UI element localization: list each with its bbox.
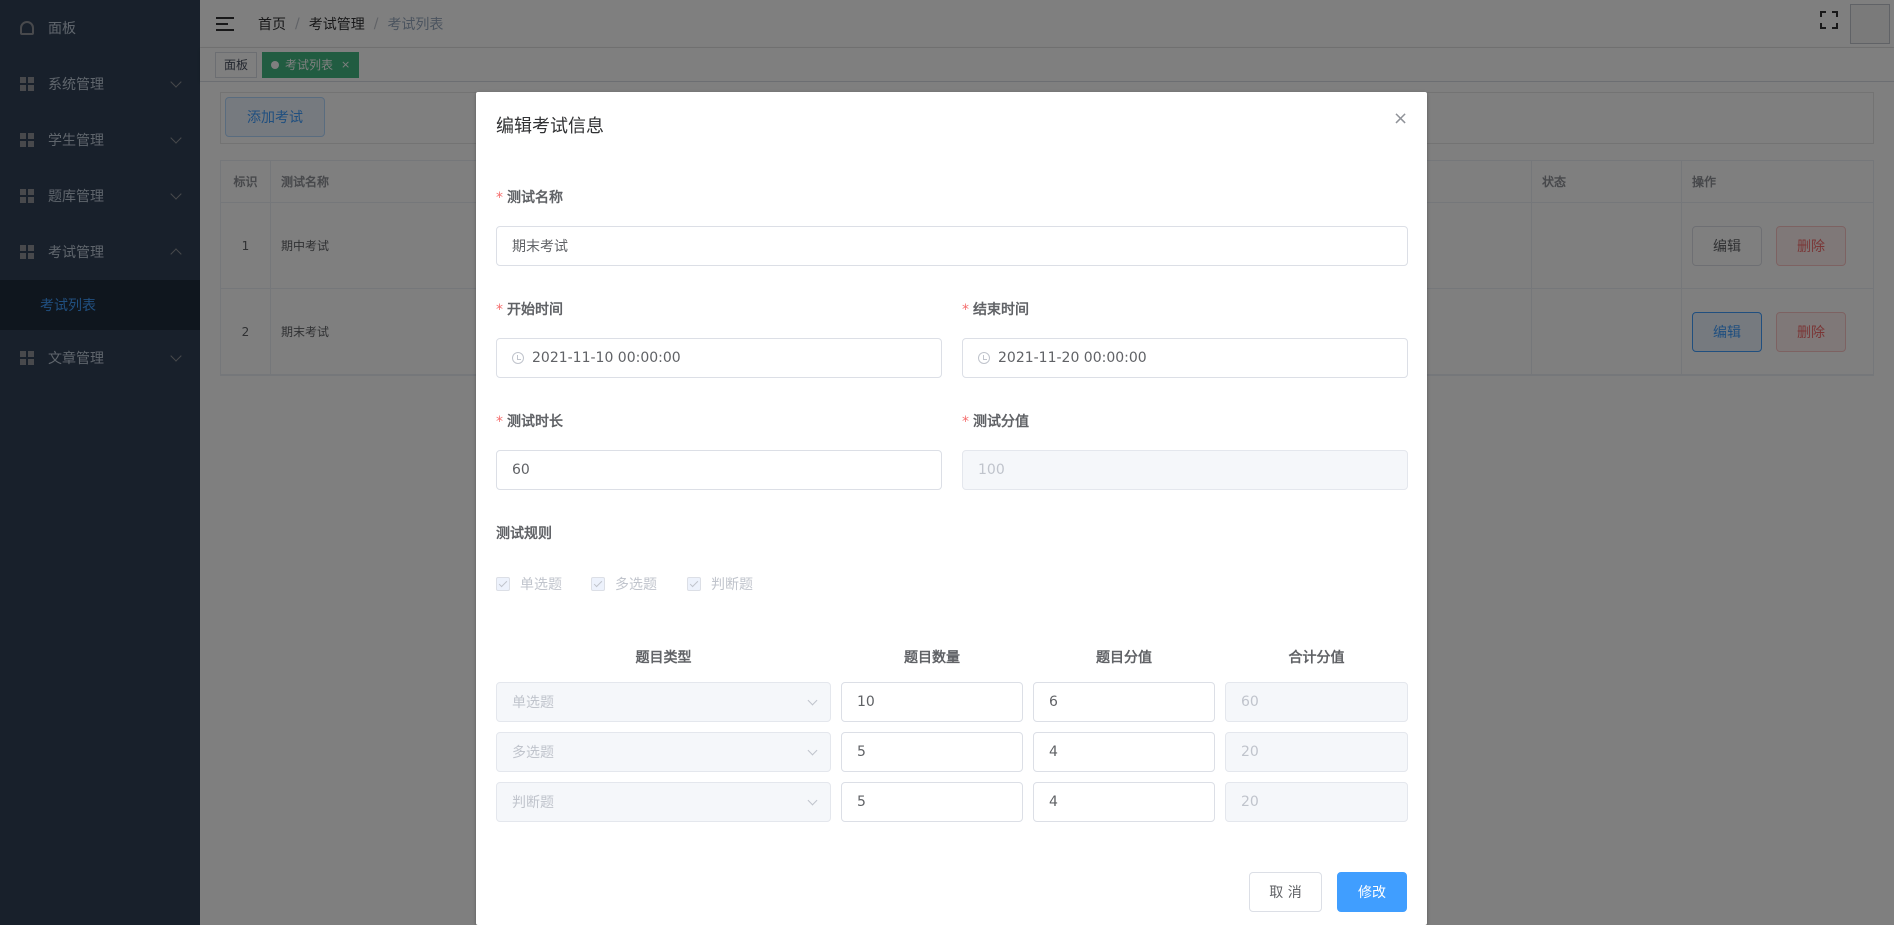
chevron-down-icon <box>807 695 818 706</box>
submit-button[interactable]: 修改 <box>1337 872 1407 912</box>
score-label: * 测试分值 <box>962 414 1029 430</box>
cancel-button[interactable]: 取 消 <box>1249 872 1322 912</box>
question-count-input[interactable]: 5 <box>841 732 1023 772</box>
rules-label: 测试规则 <box>496 526 552 542</box>
checkbox-icon <box>687 577 701 591</box>
dialog-title: 编辑考试信息 <box>496 116 604 137</box>
end-time-picker[interactable]: 2021-11-20 00:00:00 <box>962 338 1408 378</box>
checkbox-multi-choice[interactable]: 多选题 <box>591 574 657 594</box>
input-value: 2021-11-10 00:00:00 <box>532 350 681 366</box>
input-value: 2021-11-20 00:00:00 <box>998 350 1147 366</box>
question-count-input[interactable]: 10 <box>841 682 1023 722</box>
score-input: 100 <box>962 450 1408 490</box>
chevron-down-icon <box>807 745 818 756</box>
question-type-select: 单选题 <box>496 682 831 722</box>
input-value: 100 <box>978 462 1005 478</box>
input-value: 期末考试 <box>512 239 568 255</box>
clock-icon <box>978 352 990 364</box>
required-mark: * <box>962 414 969 430</box>
duration-label: * 测试时长 <box>496 414 563 430</box>
edit-exam-dialog: 编辑考试信息 × * 测试名称 期末考试 * 开始时间 2021-11-10 00:… <box>476 92 1427 925</box>
required-mark: * <box>496 302 503 318</box>
question-score-input[interactable]: 6 <box>1033 682 1215 722</box>
close-icon[interactable]: × <box>1393 110 1408 128</box>
required-mark: * <box>496 414 503 430</box>
chevron-down-icon <box>807 795 818 806</box>
checkbox-icon <box>591 577 605 591</box>
input-value: 60 <box>512 462 530 478</box>
header-question-score: 题目分值 <box>1096 650 1152 666</box>
start-time-label: * 开始时间 <box>496 302 563 318</box>
name-label: * 测试名称 <box>496 190 563 206</box>
end-time-label: * 结束时间 <box>962 302 1029 318</box>
checkbox-single-choice[interactable]: 单选题 <box>496 574 562 594</box>
clock-icon <box>512 352 524 364</box>
header-question-type: 题目类型 <box>635 650 692 666</box>
header-total-score: 合计分值 <box>1288 650 1345 666</box>
total-score-input: 20 <box>1225 732 1408 772</box>
duration-input[interactable]: 60 <box>496 450 942 490</box>
required-mark: * <box>962 302 969 318</box>
required-mark: * <box>496 190 503 206</box>
question-type-select: 多选题 <box>496 732 831 772</box>
header-question-count: 题目数量 <box>904 650 960 666</box>
total-score-input: 20 <box>1225 782 1408 822</box>
question-count-input[interactable]: 5 <box>841 782 1023 822</box>
checkbox-icon <box>496 577 510 591</box>
question-score-input[interactable]: 4 <box>1033 782 1215 822</box>
question-type-select: 判断题 <box>496 782 831 822</box>
exam-name-input[interactable]: 期末考试 <box>496 226 1408 266</box>
question-score-input[interactable]: 4 <box>1033 732 1215 772</box>
checkbox-true-false[interactable]: 判断题 <box>687 574 753 594</box>
total-score-input: 60 <box>1225 682 1408 722</box>
start-time-picker[interactable]: 2021-11-10 00:00:00 <box>496 338 942 378</box>
